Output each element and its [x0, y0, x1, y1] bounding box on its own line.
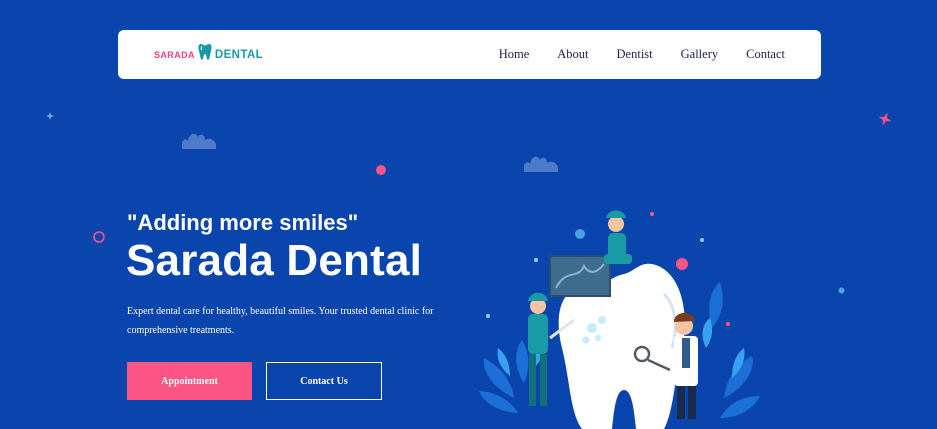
navbar: SARADA DENTAL Home About Dentist Gallery… [118, 30, 821, 79]
nav-item-gallery[interactable]: Gallery [681, 47, 718, 62]
hero-tagline: "Adding more smiles" [127, 210, 359, 235]
dot-icon [838, 287, 845, 294]
main-nav: Home About Dentist Gallery Contact [499, 47, 785, 62]
cloud-icon [524, 156, 558, 172]
dental-team-illustration [479, 210, 760, 429]
cloud-icon [182, 133, 216, 149]
tooth-logo-icon [198, 43, 212, 66]
brand-name-part2: DENTAL [214, 48, 264, 61]
brand-logo[interactable]: SARADA DENTAL [154, 43, 263, 66]
sparkle-icon [46, 112, 54, 120]
nav-item-dentist[interactable]: Dentist [617, 47, 653, 62]
hero-title: Sarada Dental [126, 236, 423, 285]
hero-description: Expert dental care for healthy, beautifu… [127, 306, 434, 336]
nav-item-about[interactable]: About [557, 47, 588, 62]
nav-item-home[interactable]: Home [499, 47, 530, 62]
appointment-button[interactable]: Appointment [127, 362, 252, 400]
sparkle-icon [878, 112, 892, 126]
contact-us-button[interactable]: Contact Us [266, 362, 382, 400]
dot-icon [376, 165, 386, 175]
nav-item-contact[interactable]: Contact [746, 47, 785, 62]
circle-outline-icon [93, 231, 105, 243]
brand-name-part1: SARADA [154, 49, 195, 60]
